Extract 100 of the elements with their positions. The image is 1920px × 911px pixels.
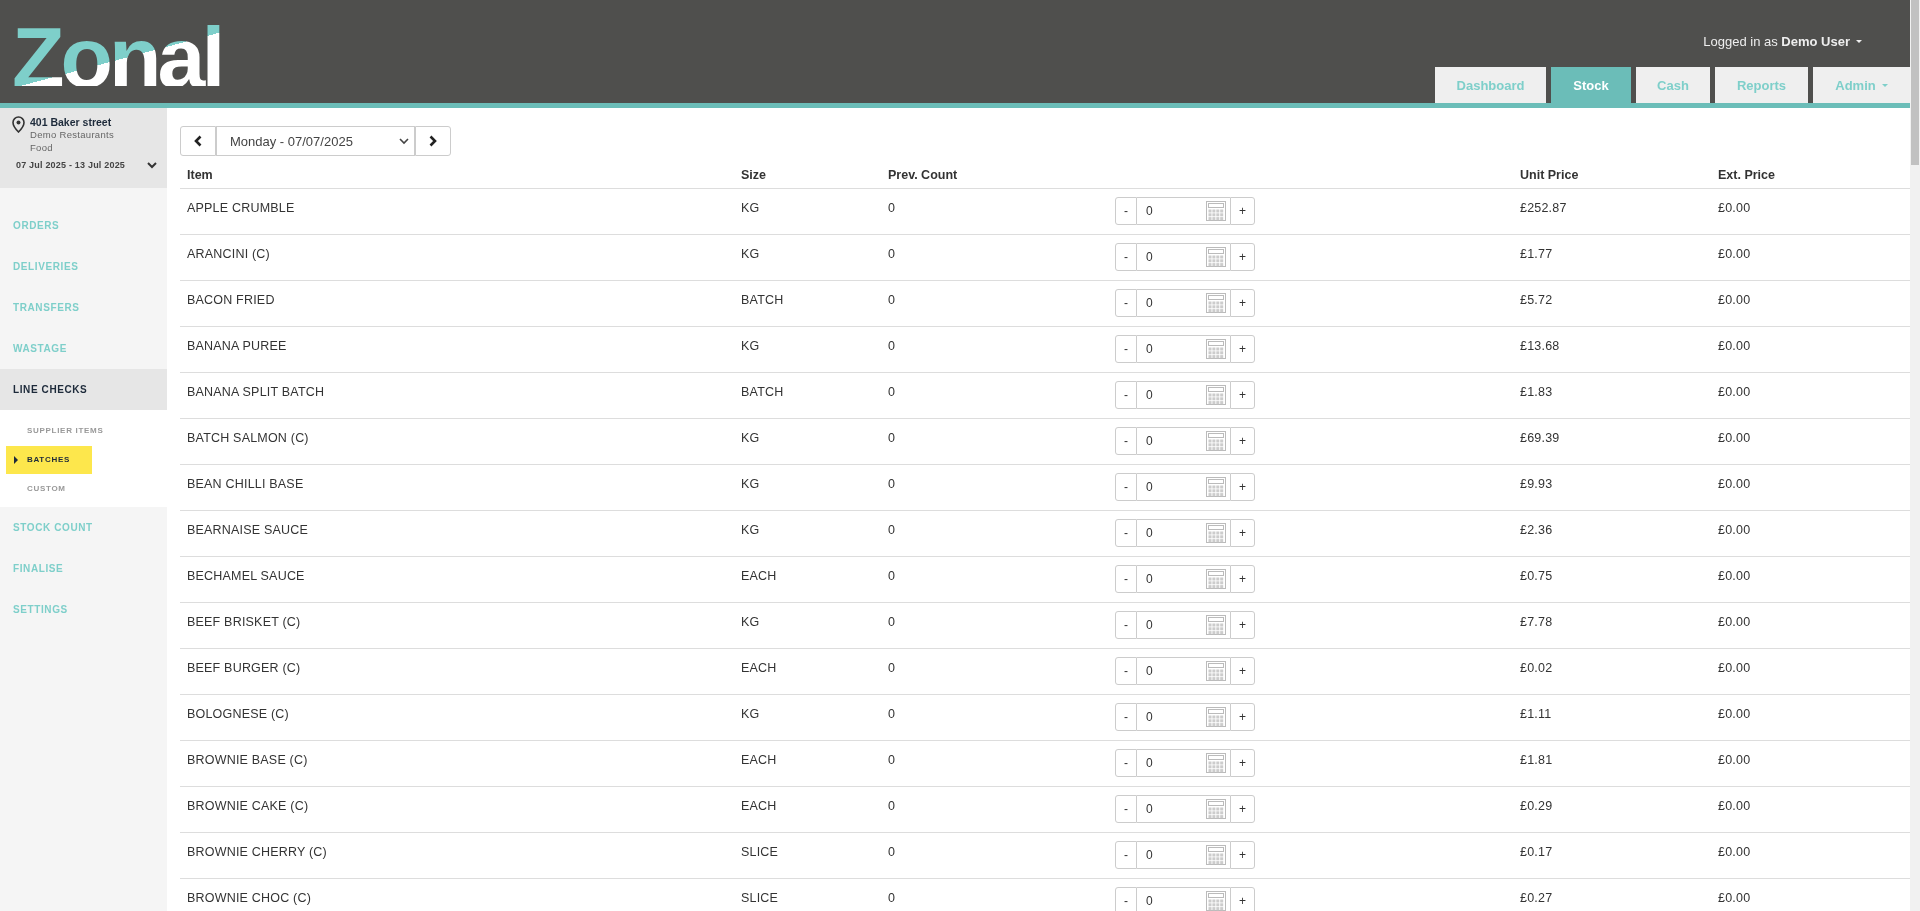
increment-button[interactable]: + bbox=[1230, 795, 1255, 823]
table-cell: £0.00 bbox=[1718, 523, 1751, 537]
table-cell: £2.36 bbox=[1520, 523, 1553, 537]
decrement-button[interactable]: - bbox=[1115, 565, 1137, 593]
table-cell: 0 bbox=[888, 477, 896, 491]
calculator-icon[interactable] bbox=[1206, 891, 1226, 911]
calculator-icon[interactable] bbox=[1206, 523, 1226, 543]
table-cell: BROWNIE CAKE (C) bbox=[187, 799, 309, 813]
calculator-icon[interactable] bbox=[1206, 201, 1226, 221]
chevron-down-icon[interactable] bbox=[147, 161, 157, 169]
calculator-icon[interactable] bbox=[1206, 431, 1226, 451]
decrement-button[interactable]: - bbox=[1115, 381, 1137, 409]
increment-button[interactable]: + bbox=[1230, 519, 1255, 547]
table-cell: £0.00 bbox=[1718, 339, 1751, 353]
table-cell: 0 bbox=[888, 339, 896, 353]
table-cell: £0.29 bbox=[1520, 799, 1553, 813]
next-day-button[interactable] bbox=[415, 126, 451, 156]
table-cell: BATCH SALMON (C) bbox=[187, 431, 309, 445]
date-range[interactable]: 07 Jul 2025 - 13 Jul 2025 bbox=[16, 160, 126, 170]
table-cell: 0 bbox=[888, 753, 896, 767]
table-cell: KG bbox=[741, 615, 760, 629]
sidebar-item[interactable]: LINE CHECKS bbox=[0, 369, 167, 410]
decrement-button[interactable]: - bbox=[1115, 243, 1137, 271]
calculator-icon[interactable] bbox=[1206, 753, 1226, 773]
decrement-button[interactable]: - bbox=[1115, 795, 1137, 823]
chevron-right-icon bbox=[429, 135, 437, 147]
calculator-icon[interactable] bbox=[1206, 569, 1226, 589]
table-cell: 0 bbox=[888, 431, 896, 445]
increment-button[interactable]: + bbox=[1230, 289, 1255, 317]
scrollbar[interactable] bbox=[1910, 0, 1920, 911]
table-cell: 0 bbox=[888, 523, 896, 537]
table-cell: £13.68 bbox=[1520, 339, 1560, 353]
table-cell: 0 bbox=[888, 247, 896, 261]
increment-button[interactable]: + bbox=[1230, 841, 1255, 869]
decrement-button[interactable]: - bbox=[1115, 611, 1137, 639]
table-cell: 0 bbox=[888, 891, 896, 905]
decrement-button[interactable]: - bbox=[1115, 197, 1137, 225]
calculator-icon[interactable] bbox=[1206, 799, 1226, 819]
calculator-icon[interactable] bbox=[1206, 707, 1226, 727]
user-menu[interactable]: Logged in as Demo User bbox=[1703, 34, 1862, 49]
calculator-icon[interactable] bbox=[1206, 477, 1226, 497]
increment-button[interactable]: + bbox=[1230, 749, 1255, 777]
increment-button[interactable]: + bbox=[1230, 197, 1255, 225]
table-cell: BOLOGNESE (C) bbox=[187, 707, 289, 721]
decrement-button[interactable]: - bbox=[1115, 841, 1137, 869]
calculator-icon[interactable] bbox=[1206, 385, 1226, 405]
table-cell: KG bbox=[741, 707, 760, 721]
chevron-down-icon bbox=[399, 137, 409, 145]
increment-button[interactable]: + bbox=[1230, 381, 1255, 409]
table-cell: BROWNIE CHOC (C) bbox=[187, 891, 312, 905]
company-name: Demo Restaurants bbox=[30, 128, 114, 141]
increment-button[interactable]: + bbox=[1230, 611, 1255, 639]
increment-button[interactable]: + bbox=[1230, 335, 1255, 363]
decrement-button[interactable]: - bbox=[1115, 289, 1137, 317]
increment-button[interactable]: + bbox=[1230, 473, 1255, 501]
previous-day-button[interactable] bbox=[180, 126, 216, 156]
table-cell: 0 bbox=[888, 845, 896, 859]
table-cell: KG bbox=[741, 477, 760, 491]
calculator-icon[interactable] bbox=[1206, 339, 1226, 359]
increment-button[interactable]: + bbox=[1230, 427, 1255, 455]
table-cell: £0.17 bbox=[1520, 845, 1553, 859]
increment-button[interactable]: + bbox=[1230, 887, 1255, 911]
decrement-button[interactable]: - bbox=[1115, 703, 1137, 731]
calculator-icon[interactable] bbox=[1206, 661, 1226, 681]
table-cell: £0.00 bbox=[1718, 707, 1751, 721]
calculator-icon[interactable] bbox=[1206, 247, 1226, 267]
table-cell: KG bbox=[741, 523, 760, 537]
decrement-button[interactable]: - bbox=[1115, 657, 1137, 685]
decrement-button[interactable]: - bbox=[1115, 473, 1137, 501]
decrement-button[interactable]: - bbox=[1115, 887, 1137, 911]
table-cell: EACH bbox=[741, 569, 777, 583]
calculator-icon[interactable] bbox=[1206, 293, 1226, 313]
table-cell: £0.00 bbox=[1718, 385, 1751, 399]
table-cell: EACH bbox=[741, 661, 777, 675]
increment-button[interactable]: + bbox=[1230, 243, 1255, 271]
table-cell: BECHAMEL SAUCE bbox=[187, 569, 305, 583]
sidebar-subitem[interactable]: BATCHES bbox=[6, 445, 92, 474]
increment-button[interactable]: + bbox=[1230, 657, 1255, 685]
increment-button[interactable]: + bbox=[1230, 565, 1255, 593]
table-cell: £0.00 bbox=[1718, 431, 1751, 445]
increment-button[interactable]: + bbox=[1230, 703, 1255, 731]
table-cell: £1.81 bbox=[1520, 753, 1553, 767]
table-cell: £0.00 bbox=[1718, 615, 1751, 629]
decrement-button[interactable]: - bbox=[1115, 519, 1137, 547]
decrement-button[interactable]: - bbox=[1115, 749, 1137, 777]
column-header: Prev. Count bbox=[888, 168, 958, 182]
table-cell: EACH bbox=[741, 799, 777, 813]
table-cell: £1.83 bbox=[1520, 385, 1553, 399]
calculator-icon[interactable] bbox=[1206, 845, 1226, 865]
table-cell: BANANA SPLIT BATCH bbox=[187, 385, 325, 399]
date-select[interactable]: Monday - 07/07/2025 bbox=[216, 126, 415, 156]
table-cell: 0 bbox=[888, 569, 896, 583]
calculator-icon[interactable] bbox=[1206, 615, 1226, 635]
decrement-button[interactable]: - bbox=[1115, 427, 1137, 455]
table-cell: BEARNAISE SAUCE bbox=[187, 523, 309, 537]
decrement-button[interactable]: - bbox=[1115, 335, 1137, 363]
table-cell: £0.00 bbox=[1718, 891, 1751, 905]
table-cell: 0 bbox=[888, 293, 896, 307]
table-cell: BACON FRIED bbox=[187, 293, 275, 307]
table-cell: £0.75 bbox=[1520, 569, 1553, 583]
